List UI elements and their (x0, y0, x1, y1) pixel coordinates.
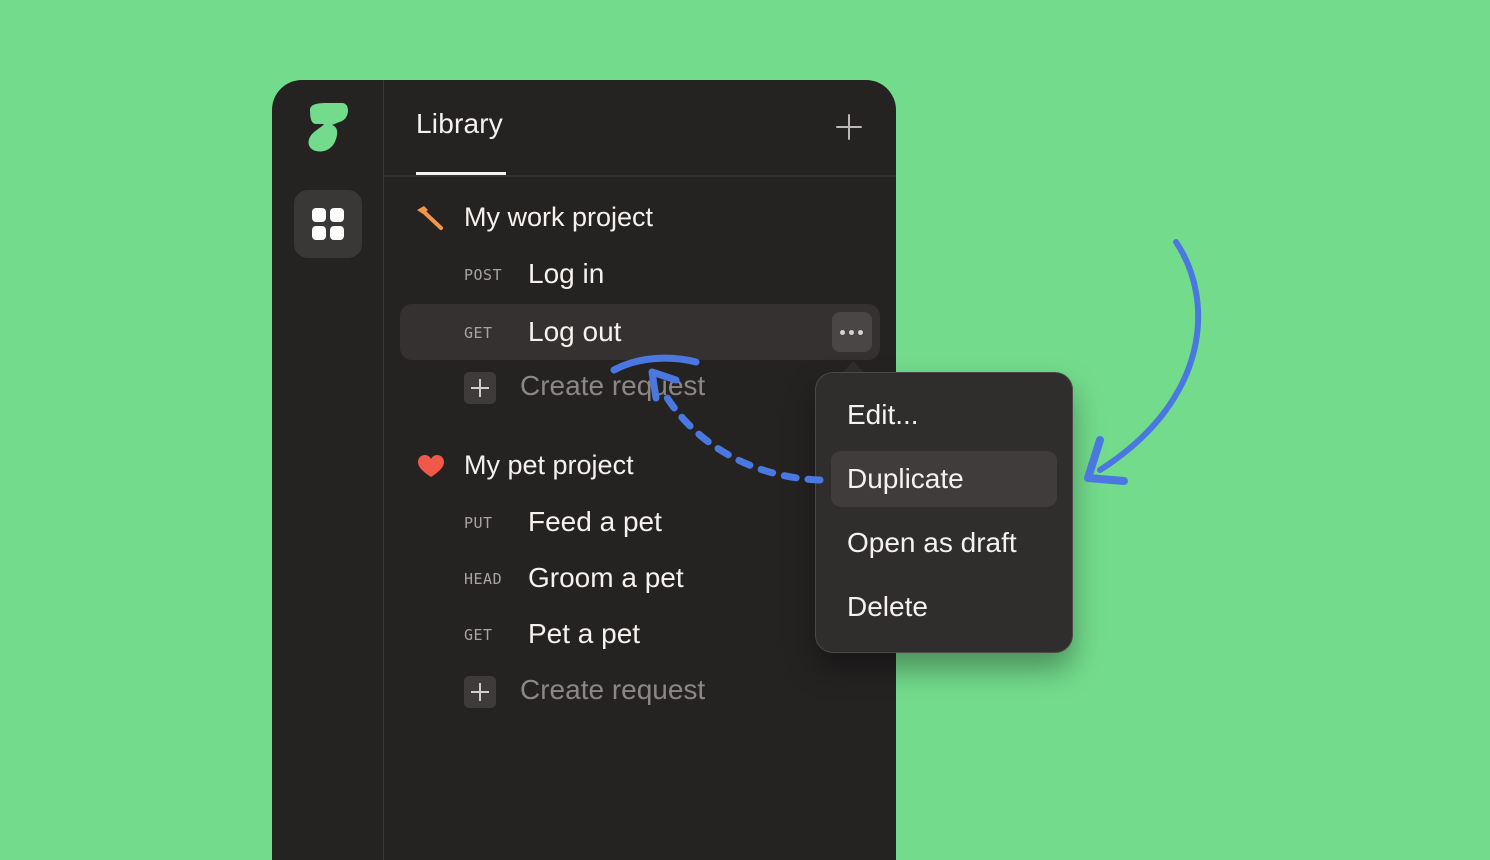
app-window: Library My work project POST Log in GET … (272, 80, 896, 860)
project-row-work[interactable]: My work project (384, 190, 896, 246)
method-badge: HEAD (464, 570, 503, 588)
create-request-label: Create request (520, 370, 706, 401)
tab-library[interactable]: Library (416, 108, 503, 140)
menu-item-duplicate[interactable]: Duplicate (831, 451, 1057, 507)
create-request-label: Create request (520, 674, 706, 705)
project-name: My pet project (464, 450, 634, 480)
menu-item-label: Delete (847, 591, 928, 622)
request-name: Log out (528, 316, 622, 347)
add-collection-button[interactable] (836, 114, 862, 140)
create-request-row[interactable]: Create request (384, 662, 896, 718)
request-name: Feed a pet (528, 506, 662, 537)
context-menu: Edit... Duplicate Open as draft Delete (815, 372, 1073, 653)
request-name: Groom a pet (528, 562, 684, 593)
menu-item-label: Edit... (847, 399, 919, 430)
menu-item-label: Duplicate (847, 463, 964, 494)
plus-icon (464, 372, 496, 404)
curved-arrow-icon (1097, 239, 1202, 473)
arrowhead-icon (1084, 436, 1128, 485)
request-name: Pet a pet (528, 618, 641, 649)
menu-item-edit[interactable]: Edit... (831, 387, 1057, 443)
plus-icon (464, 676, 496, 708)
menu-item-label: Open as draft (847, 527, 1017, 558)
method-badge: POST (464, 266, 503, 284)
project-name: My work project (464, 202, 654, 232)
menu-item-open-as-draft[interactable]: Open as draft (831, 515, 1057, 571)
sidebar-rail (272, 80, 384, 860)
library-header: Library (384, 80, 896, 177)
method-badge: GET (464, 626, 493, 644)
method-badge: GET (464, 324, 493, 342)
request-name: Log in (528, 258, 605, 289)
method-badge: PUT (464, 514, 493, 532)
hammer-icon (417, 206, 443, 230)
collections-button[interactable] (294, 190, 362, 258)
grid-icon (312, 208, 344, 240)
menu-item-delete[interactable]: Delete (831, 579, 1057, 635)
request-row-selected[interactable]: GET Log out (400, 304, 880, 360)
more-options-button[interactable] (832, 312, 872, 352)
request-row[interactable]: POST Log in (384, 246, 896, 302)
app-logo-icon (308, 103, 348, 152)
heart-icon (418, 455, 444, 477)
tab-active-indicator (416, 172, 506, 175)
